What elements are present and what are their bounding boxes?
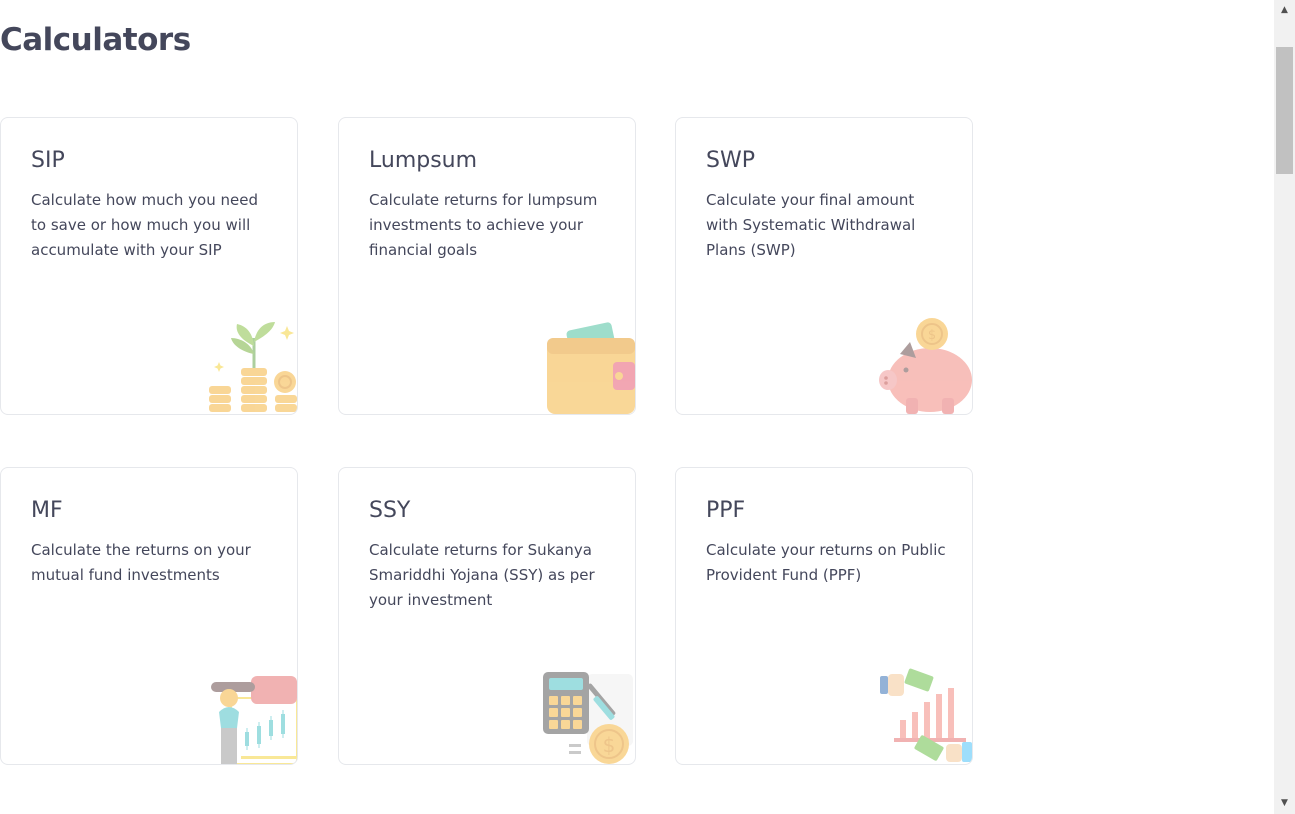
card-title: SWP xyxy=(706,148,755,173)
card-description: Calculate returns for Sukanya Smariddhi … xyxy=(369,541,595,609)
investor-chart-icon xyxy=(211,676,297,764)
ppf-calculator-card[interactable]: PPF Calculate your returns on Public Pro… xyxy=(675,467,973,765)
mf-calculator-card[interactable]: MF Calculate the returns on your mutual … xyxy=(0,467,298,765)
scroll-thumb[interactable] xyxy=(1276,47,1293,174)
lumpsum-calculator-card[interactable]: Lumpsum Calculate returns for lumpsum in… xyxy=(338,117,636,415)
swp-calculator-card[interactable]: SWP Calculate your final amount with Sys… xyxy=(675,117,973,415)
sip-calculator-card[interactable]: SIP Calculate how much you need to save … xyxy=(0,117,298,415)
card-description: Calculate how much you need to save or h… xyxy=(31,191,258,259)
card-title: PPF xyxy=(706,498,746,523)
scroll-down-icon[interactable]: ▼ xyxy=(1274,795,1295,812)
card-description: Calculate returns for lumpsum investment… xyxy=(369,191,598,259)
money-growth-chart-icon xyxy=(880,668,972,762)
svg-text:$: $ xyxy=(928,328,936,343)
card-title: SSY xyxy=(369,498,411,523)
card-description: Calculate the returns on your mutual fun… xyxy=(31,541,251,584)
card-description: Calculate your final amount with Systema… xyxy=(706,191,916,259)
ssy-calculator-card[interactable]: SSY Calculate returns for Sukanya Smarid… xyxy=(338,467,636,765)
vertical-scrollbar[interactable]: ▲ ▼ xyxy=(1274,0,1295,814)
scroll-up-icon[interactable]: ▲ xyxy=(1274,2,1295,19)
wallet-icon xyxy=(547,322,635,414)
coins-plant-icon xyxy=(209,322,297,412)
card-title: SIP xyxy=(31,148,65,173)
page-title: Calculators xyxy=(0,22,191,58)
page: Calculators SIP Calculate how much you n… xyxy=(0,0,1274,814)
piggy-bank-icon: $ xyxy=(879,318,972,414)
card-description: Calculate your returns on Public Provide… xyxy=(706,541,946,584)
svg-text:$: $ xyxy=(603,733,616,757)
card-title: MF xyxy=(31,498,63,523)
card-title: Lumpsum xyxy=(369,148,478,173)
calculator-coin-icon: $ xyxy=(543,672,633,764)
